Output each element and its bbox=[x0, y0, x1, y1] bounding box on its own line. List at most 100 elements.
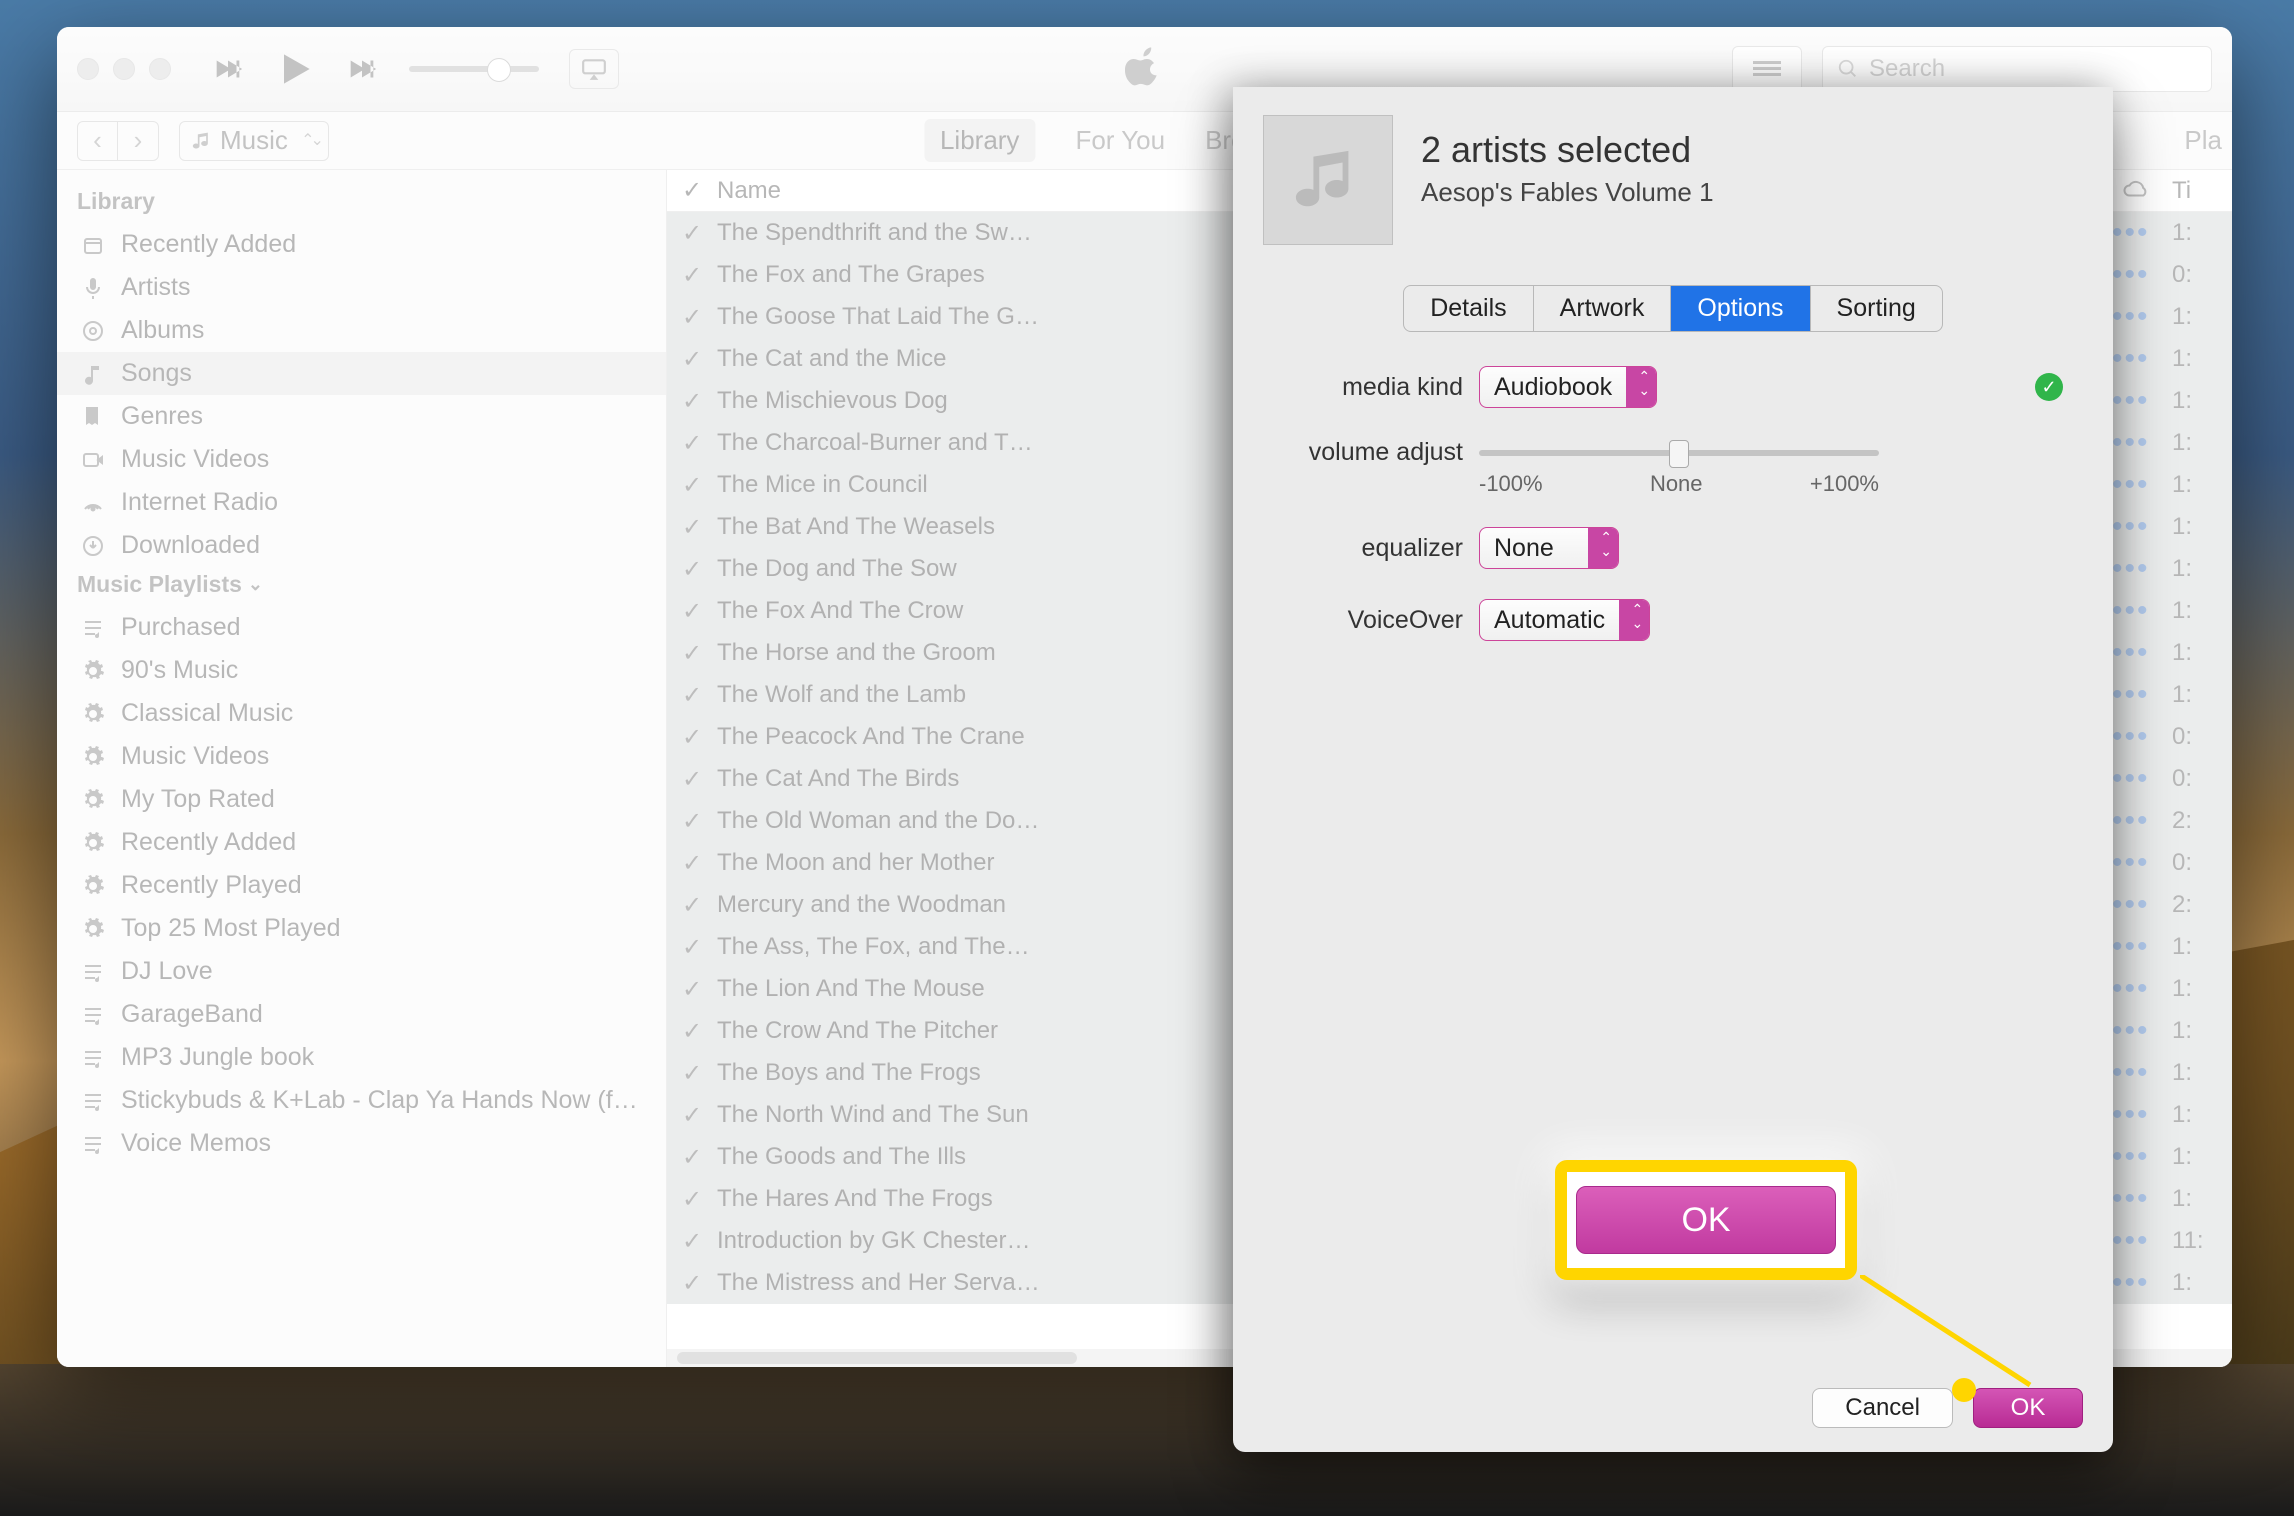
sidebar-item-albums[interactable]: Albums bbox=[57, 309, 666, 352]
more-icon[interactable]: ••• bbox=[2112, 972, 2172, 1006]
volume-adjust-slider[interactable] bbox=[1479, 450, 1879, 456]
forward-icon[interactable]: › bbox=[118, 122, 158, 160]
ok-button-callout[interactable]: OK bbox=[1576, 1186, 1836, 1254]
more-icon[interactable]: ••• bbox=[2112, 720, 2172, 754]
sidebar-item-internet-radio[interactable]: Internet Radio bbox=[57, 481, 666, 524]
sidebar-item-label: Recently Played bbox=[121, 871, 302, 900]
album-icon bbox=[79, 317, 107, 345]
sidebar-item-recently-added[interactable]: Recently Added bbox=[57, 223, 666, 266]
airplay-button[interactable] bbox=[569, 49, 619, 89]
more-icon[interactable]: ••• bbox=[2112, 804, 2172, 838]
playlist-item[interactable]: Top 25 Most Played bbox=[57, 907, 666, 950]
select-voiceover[interactable]: Automatic bbox=[1479, 599, 1650, 641]
more-icon[interactable]: ••• bbox=[2112, 426, 2172, 460]
sidebar: Library Recently Added ArtistsAlbumsSongs… bbox=[57, 170, 667, 1367]
list-icon bbox=[79, 1130, 107, 1158]
play-icon[interactable] bbox=[273, 47, 317, 91]
list-icon bbox=[79, 1044, 107, 1072]
more-icon[interactable]: ••• bbox=[2112, 342, 2172, 376]
track-time: 1: bbox=[2172, 219, 2232, 247]
more-icon[interactable]: ••• bbox=[2112, 1140, 2172, 1174]
playlist-item[interactable]: My Top Rated bbox=[57, 778, 666, 821]
more-icon[interactable]: ••• bbox=[2112, 846, 2172, 880]
media-selector[interactable]: Music bbox=[179, 121, 329, 161]
sidebar-item-label: GarageBand bbox=[121, 1000, 263, 1029]
more-icon[interactable]: ••• bbox=[2112, 1266, 2172, 1300]
track-time: 1: bbox=[2172, 513, 2232, 541]
more-icon[interactable]: ••• bbox=[2112, 216, 2172, 250]
ok-button-highlight: OK bbox=[1555, 1160, 1857, 1280]
close-icon[interactable] bbox=[77, 58, 99, 80]
select-media-kind[interactable]: Audiobook bbox=[1479, 366, 1657, 408]
zoom-icon[interactable] bbox=[149, 58, 171, 80]
playlist-item[interactable]: Recently Added bbox=[57, 821, 666, 864]
more-icon[interactable]: ••• bbox=[2112, 888, 2172, 922]
tab-options[interactable]: Options bbox=[1671, 286, 1810, 331]
playlist-item[interactable]: Purchased bbox=[57, 606, 666, 649]
sidebar-item-genres[interactable]: Genres bbox=[57, 395, 666, 438]
check-icon: ✓ bbox=[667, 807, 717, 836]
more-icon[interactable]: ••• bbox=[2112, 1098, 2172, 1132]
more-icon[interactable]: ••• bbox=[2112, 636, 2172, 670]
track-time: 1: bbox=[2172, 1059, 2232, 1087]
check-icon: ✓ bbox=[667, 723, 717, 752]
tab-sorting[interactable]: Sorting bbox=[1811, 286, 1942, 331]
minimize-icon[interactable] bbox=[113, 58, 135, 80]
cancel-button[interactable]: Cancel bbox=[1812, 1388, 1953, 1428]
volume-slider[interactable] bbox=[409, 66, 539, 72]
track-time: 1: bbox=[2172, 1017, 2232, 1045]
playlist-item[interactable]: GarageBand bbox=[57, 993, 666, 1036]
more-icon[interactable]: ••• bbox=[2112, 258, 2172, 292]
dialog-subtitle: Aesop's Fables Volume 1 bbox=[1421, 177, 1714, 208]
more-icon[interactable]: ••• bbox=[2112, 762, 2172, 796]
sidebar-item-label: Top 25 Most Played bbox=[121, 914, 341, 943]
next-track-icon[interactable] bbox=[345, 52, 379, 86]
playlist-item[interactable]: Classical Music bbox=[57, 692, 666, 735]
column-time[interactable]: Ti bbox=[2172, 177, 2232, 205]
more-icon[interactable]: ••• bbox=[2112, 1014, 2172, 1048]
sidebar-item-downloaded[interactable]: Downloaded bbox=[57, 524, 666, 567]
window-controls[interactable] bbox=[77, 58, 171, 80]
playlist-item[interactable]: 90's Music bbox=[57, 649, 666, 692]
sidebar-item-music-videos[interactable]: Music Videos bbox=[57, 438, 666, 481]
prev-track-icon[interactable] bbox=[211, 52, 245, 86]
up-next-button[interactable] bbox=[1732, 46, 1802, 92]
more-icon[interactable]: ••• bbox=[2112, 1182, 2172, 1216]
tab-artwork[interactable]: Artwork bbox=[1534, 286, 1672, 331]
gear-icon bbox=[79, 786, 107, 814]
back-forward[interactable]: ‹› bbox=[77, 121, 159, 161]
playlist-item[interactable]: Voice Memos bbox=[57, 1122, 666, 1165]
back-icon[interactable]: ‹ bbox=[78, 122, 118, 160]
check-icon: ✓ bbox=[667, 1101, 717, 1130]
playlist-item[interactable]: Stickybuds & K+Lab - Clap Ya Hands Now (… bbox=[57, 1079, 666, 1122]
sidebar-header-library: Library bbox=[57, 184, 666, 223]
more-icon[interactable]: ••• bbox=[2112, 510, 2172, 544]
check-icon: ✓ bbox=[667, 429, 717, 458]
chevron-down-icon[interactable]: ⌄ bbox=[248, 574, 263, 595]
sidebar-item-artists[interactable]: Artists bbox=[57, 266, 666, 309]
more-icon[interactable]: ••• bbox=[2112, 678, 2172, 712]
tab-library[interactable]: Library bbox=[924, 119, 1035, 162]
tab-for-you[interactable]: For You bbox=[1075, 125, 1165, 156]
more-icon[interactable]: ••• bbox=[2112, 384, 2172, 418]
playlist-item[interactable]: Music Videos bbox=[57, 735, 666, 778]
column-check-icon[interactable]: ✓ bbox=[667, 176, 717, 205]
sidebar-item-label: Recently Added bbox=[121, 230, 296, 259]
more-icon[interactable]: ••• bbox=[2112, 468, 2172, 502]
more-icon[interactable]: ••• bbox=[2112, 930, 2172, 964]
sidebar-item-songs[interactable]: Songs bbox=[57, 352, 666, 395]
playlist-item[interactable]: DJ Love bbox=[57, 950, 666, 993]
select-equalizer[interactable]: None bbox=[1479, 527, 1619, 569]
playlist-item[interactable]: Recently Played bbox=[57, 864, 666, 907]
check-icon: ✓ bbox=[667, 891, 717, 920]
more-icon[interactable]: ••• bbox=[2112, 1224, 2172, 1258]
gear-icon bbox=[79, 915, 107, 943]
ok-button[interactable]: OK bbox=[1973, 1388, 2083, 1428]
search-input[interactable]: Search bbox=[1822, 46, 2212, 92]
more-icon[interactable]: ••• bbox=[2112, 552, 2172, 586]
more-icon[interactable]: ••• bbox=[2112, 594, 2172, 628]
playlist-item[interactable]: MP3 Jungle book bbox=[57, 1036, 666, 1079]
tab-details[interactable]: Details bbox=[1404, 286, 1533, 331]
more-icon[interactable]: ••• bbox=[2112, 1056, 2172, 1090]
more-icon[interactable]: ••• bbox=[2112, 300, 2172, 334]
